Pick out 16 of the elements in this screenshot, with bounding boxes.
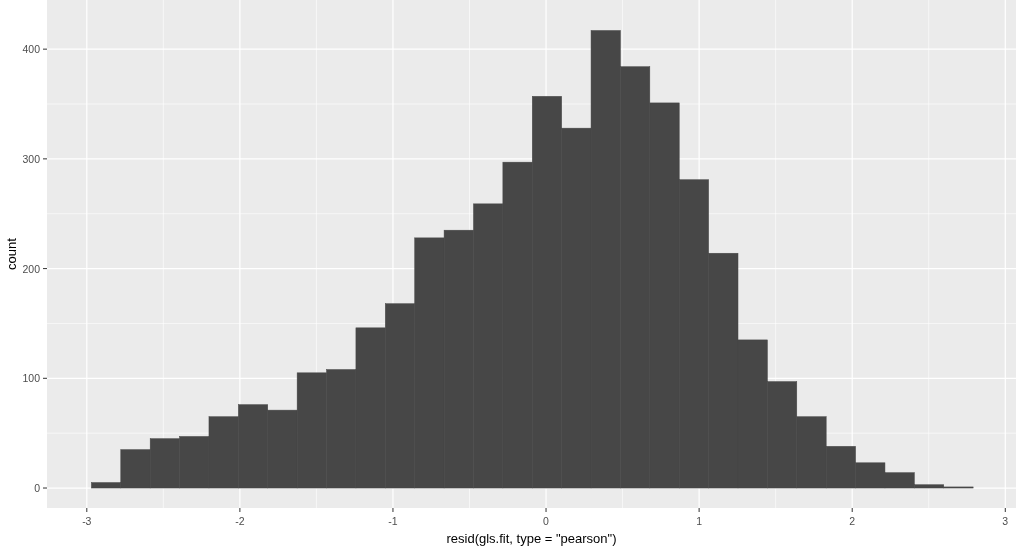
tick-label: 100 [22,372,40,385]
axis-title: resid(gls.fit, type = "pearson") [446,531,617,546]
tick-label: 300 [22,152,40,165]
histogram-bar [149,438,180,489]
tick-label: 2 [849,515,856,527]
tick-label: 200 [22,262,40,275]
tick-label: -2 [235,515,245,527]
tick-label: 400 [22,43,40,56]
axis-title: count [4,238,19,270]
histogram-bar [179,436,210,489]
tick-label: -1 [388,515,398,527]
tick-label: -3 [82,515,92,527]
tick-label: 0 [34,482,40,495]
tick-label: 3 [1002,515,1009,527]
tick-label: 0 [543,515,549,527]
tick-label: 1 [696,515,703,527]
